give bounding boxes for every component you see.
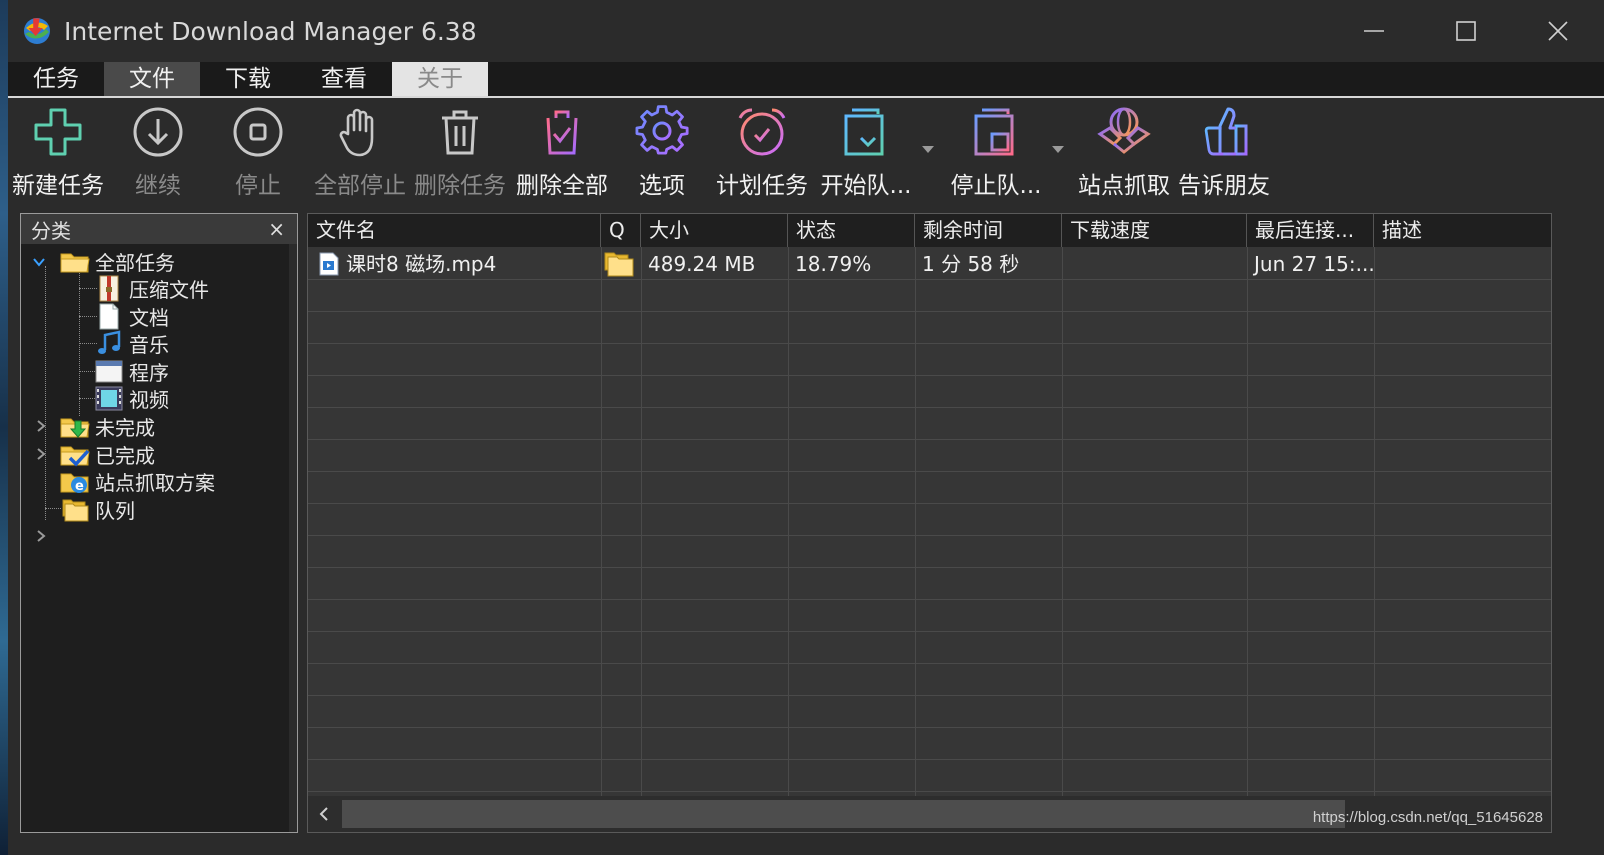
toolbar: 新建任务 继续 停止 全部停止 删除任务 删除全部 选项 计划任务 开始队...… xyxy=(8,100,1604,205)
title-bar[interactable]: Internet Download Manager 6.38 xyxy=(8,0,1604,62)
description-cell xyxy=(1375,250,1551,278)
plus-icon xyxy=(30,104,86,160)
idm-main-window: Internet Download Manager 6.38 任务 文件 下载 … xyxy=(8,0,1604,855)
new-task-button[interactable]: 新建任务 xyxy=(10,104,106,204)
menu-about[interactable]: 关于 xyxy=(392,62,488,96)
resume-button[interactable]: 继续 xyxy=(126,104,190,204)
category-all-tasks[interactable]: 全部任务 xyxy=(59,248,175,275)
minimize-button[interactable] xyxy=(1328,0,1420,62)
delete-all-icon xyxy=(534,104,590,160)
tree-line xyxy=(45,266,46,520)
start-queue-dropdown-icon[interactable] xyxy=(921,144,935,154)
desktop-background xyxy=(0,0,8,855)
scroll-left-icon[interactable] xyxy=(314,804,334,824)
gear-icon xyxy=(634,104,690,160)
alarm-clock-icon xyxy=(734,104,790,160)
category-scrollbar[interactable] xyxy=(289,244,297,832)
minimize-icon xyxy=(1364,30,1384,32)
category-queues[interactable]: 队列 xyxy=(59,496,135,523)
document-icon xyxy=(93,303,125,330)
music-icon xyxy=(93,330,125,357)
stop-queue-button[interactable]: 停止队... xyxy=(948,104,1044,204)
scrollbar-thumb[interactable] xyxy=(342,800,1345,828)
menu-file[interactable]: 文件 xyxy=(104,62,200,96)
watermark-text: https://blog.csdn.net/qq_51645628 xyxy=(1312,809,1543,826)
options-button[interactable]: 选项 xyxy=(630,104,694,204)
chevron-right-icon[interactable] xyxy=(35,448,47,460)
resume-download-icon xyxy=(130,104,186,160)
stop-queue-dropdown-icon[interactable] xyxy=(1051,144,1065,154)
list-grid xyxy=(308,247,1551,797)
category-site-grabber-projects[interactable]: e 站点抓取方案 xyxy=(59,468,215,495)
stop-icon xyxy=(230,104,286,160)
category-panel: 分类 × 全部任务 压缩文件 文档 音乐 程序 视频 未完成 已完成 e 站点抓… xyxy=(20,213,298,833)
download-list: 文件名 Q 大小 状态 剩余时间 下载速度 最后连接... 描述 课时8 磁场.… xyxy=(307,213,1552,833)
category-close-button[interactable]: × xyxy=(268,217,285,241)
scheduler-button[interactable]: 计划任务 xyxy=(714,104,810,204)
queue-folder-icon xyxy=(604,252,634,277)
stop-queue-icon xyxy=(968,104,1024,160)
time-left-cell: 1 分 58 秒 xyxy=(922,252,1020,276)
site-grabber-icon xyxy=(1096,104,1152,160)
column-time-left[interactable]: 剩余时间 xyxy=(915,214,1062,247)
category-programs[interactable]: 程序 xyxy=(93,358,169,385)
hand-stop-icon xyxy=(332,104,388,160)
category-header: 分类 × xyxy=(21,214,297,244)
ie-folder-icon: e xyxy=(59,468,91,495)
unfinished-folder-icon xyxy=(59,413,91,440)
category-video[interactable]: 视频 xyxy=(93,385,169,412)
stop-all-button[interactable]: 全部停止 xyxy=(312,104,408,204)
svg-text:e: e xyxy=(75,479,84,494)
column-last-connection[interactable]: 最后连接... xyxy=(1247,214,1374,247)
video-file-icon xyxy=(319,252,339,276)
site-grabber-button[interactable]: 站点抓取 xyxy=(1076,104,1172,204)
menu-view[interactable]: 查看 xyxy=(296,62,392,96)
menu-download[interactable]: 下载 xyxy=(200,62,296,96)
size-cell: 489.24 MB xyxy=(648,252,756,276)
menu-task[interactable]: 任务 xyxy=(8,62,104,96)
category-music[interactable]: 音乐 xyxy=(93,330,169,357)
video-icon xyxy=(93,385,125,412)
category-documents[interactable]: 文档 xyxy=(93,303,169,330)
thumbs-up-icon xyxy=(1196,104,1252,160)
column-queue[interactable]: Q xyxy=(601,214,641,247)
chevron-down-icon[interactable] xyxy=(33,256,45,268)
delete-all-button[interactable]: 删除全部 xyxy=(514,104,610,204)
program-icon xyxy=(93,358,125,385)
category-finished[interactable]: 已完成 xyxy=(59,441,155,468)
tell-friend-button[interactable]: 告诉朋友 xyxy=(1176,104,1272,204)
finished-folder-icon xyxy=(59,441,91,468)
window-title: Internet Download Manager 6.38 xyxy=(64,16,477,46)
column-size[interactable]: 大小 xyxy=(641,214,788,247)
stop-button[interactable]: 停止 xyxy=(226,104,290,204)
menu-bar: 任务 文件 下载 查看 关于 xyxy=(8,62,1604,98)
queue-cell xyxy=(602,250,640,278)
list-header: 文件名 Q 大小 状态 剩余时间 下载速度 最后连接... 描述 xyxy=(308,214,1551,247)
chevron-right-icon[interactable] xyxy=(35,420,47,432)
horizontal-scrollbar[interactable]: https://blog.csdn.net/qq_51645628 xyxy=(308,796,1551,832)
last-connection-cell: Jun 27 15:... xyxy=(1254,252,1374,276)
column-status[interactable]: 状态 xyxy=(788,214,915,247)
idm-logo-icon xyxy=(20,14,54,48)
column-speed[interactable]: 下载速度 xyxy=(1062,214,1247,247)
zip-file-icon xyxy=(93,275,125,302)
speed-cell xyxy=(1063,250,1247,278)
close-button[interactable] xyxy=(1512,0,1604,62)
delete-task-button[interactable]: 删除任务 xyxy=(412,104,508,204)
chevron-right-icon[interactable] xyxy=(35,530,47,542)
column-description[interactable]: 描述 xyxy=(1374,214,1551,247)
maximize-button[interactable] xyxy=(1420,0,1512,62)
queue-folder-icon xyxy=(59,496,91,523)
file-name-cell: 课时8 磁场.mp4 xyxy=(312,250,601,278)
column-file-name[interactable]: 文件名 xyxy=(308,214,601,247)
start-queue-icon xyxy=(838,104,894,160)
status-cell: 18.79% xyxy=(795,252,872,276)
start-queue-button[interactable]: 开始队... xyxy=(818,104,914,204)
trash-icon xyxy=(432,104,488,160)
close-icon xyxy=(1548,21,1568,41)
category-unfinished[interactable]: 未完成 xyxy=(59,413,155,440)
category-compressed[interactable]: 压缩文件 xyxy=(93,275,209,302)
maximize-icon xyxy=(1456,21,1476,41)
folder-icon xyxy=(59,248,91,275)
